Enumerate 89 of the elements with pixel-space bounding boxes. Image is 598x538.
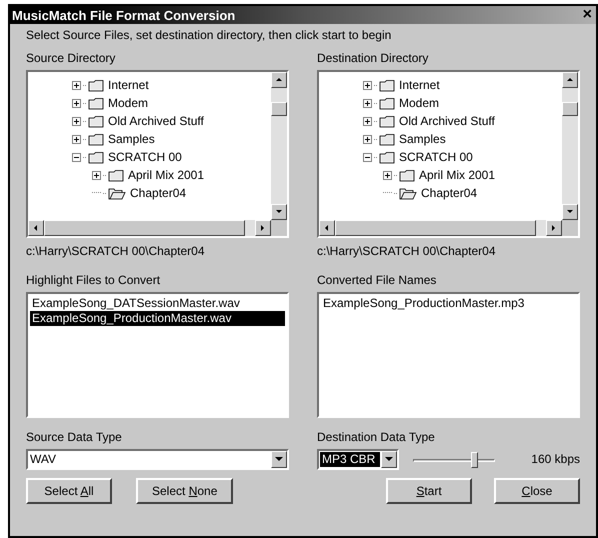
dropdown[interactable]: WAV: [26, 449, 289, 470]
section-label: Source Directory: [26, 51, 116, 66]
vertical-scrollbar[interactable]: [562, 72, 578, 220]
expand-icon[interactable]: [363, 80, 372, 90]
folder-icon: [88, 96, 104, 110]
scroll-up-button[interactable]: [562, 72, 578, 88]
folder-icon: [88, 78, 104, 92]
dialog-button[interactable]: Start: [386, 478, 472, 504]
collapse-icon[interactable]: [72, 152, 81, 162]
expand-icon[interactable]: [72, 134, 81, 144]
folder-label[interactable]: Old Archived Stuff: [108, 114, 204, 128]
folder-icon: [88, 114, 104, 128]
expand-icon[interactable]: [363, 134, 372, 144]
folder-icon: [379, 150, 395, 164]
file-list[interactable]: ExampleSong_DATSessionMaster.wav ExampleSong_ProductionMaster.wav: [26, 292, 289, 418]
dropdown-arrow-button[interactable]: [271, 451, 287, 468]
window-title: MusicMatch File Format Conversion: [12, 8, 236, 22]
bitrate-slider[interactable]: [413, 450, 495, 470]
horizontal-scrollbar[interactable]: [319, 220, 562, 236]
horizontal-scrollbar[interactable]: [28, 220, 271, 236]
folder-icon: [379, 78, 395, 92]
directory-path: c:\Harry\SCRATCH 00\Chapter04: [26, 244, 206, 259]
scroll-down-button[interactable]: [562, 204, 578, 220]
scroll-up-button[interactable]: [271, 72, 287, 88]
section-label: Source Data Type: [26, 430, 123, 445]
scroll-left-button[interactable]: [319, 220, 335, 236]
folder-label[interactable]: Samples: [399, 132, 446, 146]
instruction-text: Select Source Files, set destination directory, then click start to begin: [26, 28, 392, 43]
folder-label[interactable]: Chapter04: [130, 186, 186, 200]
folder-label[interactable]: Old Archived Stuff: [399, 114, 495, 128]
expand-icon[interactable]: [363, 98, 372, 108]
expand-icon[interactable]: [72, 80, 81, 90]
folder-tree[interactable]: Internet Modem Old Archived Stuff Samples SCRATCH 00 April Mix 2001 Chapter04: [317, 70, 580, 238]
folder-icon: [88, 132, 104, 146]
dialog-button[interactable]: Select All: [26, 478, 112, 504]
down-arrow-icon: [385, 457, 393, 462]
scrollbar-corner: [562, 220, 578, 236]
folder-label[interactable]: Internet: [108, 78, 149, 92]
vertical-scrollbar[interactable]: [271, 72, 287, 220]
collapse-icon[interactable]: [363, 152, 372, 162]
slider-thumb[interactable]: [471, 452, 478, 468]
folder-icon: [379, 96, 395, 110]
file-item[interactable]: ExampleSong_ProductionMaster.mp3: [321, 296, 576, 311]
file-list[interactable]: ExampleSong_ProductionMaster.mp3: [317, 292, 580, 418]
folder-label[interactable]: Modem: [108, 96, 148, 110]
scroll-right-button[interactable]: [255, 220, 271, 236]
scroll-left-button[interactable]: [28, 220, 44, 236]
folder-label[interactable]: April Mix 2001: [419, 168, 496, 182]
expand-icon[interactable]: [363, 116, 372, 126]
scroll-down-button[interactable]: [271, 204, 287, 220]
directory-path: c:\Harry\SCRATCH 00\Chapter04: [317, 244, 496, 259]
scroll-thumb[interactable]: [335, 220, 536, 236]
open-folder-icon: [399, 186, 417, 200]
folder-icon: [108, 168, 124, 182]
close-button[interactable]: ×: [580, 7, 594, 23]
bitrate-reading: 160 kbps: [531, 452, 580, 467]
scrollbar-corner: [271, 220, 287, 236]
scroll-thumb[interactable]: [44, 220, 245, 236]
expand-icon[interactable]: [92, 170, 101, 180]
scroll-thumb[interactable]: [271, 102, 287, 116]
open-folder-icon: [108, 186, 126, 200]
down-arrow-icon: [275, 457, 283, 462]
folder-label[interactable]: SCRATCH 00: [108, 150, 182, 164]
folder-label[interactable]: Internet: [399, 78, 440, 92]
folder-label[interactable]: April Mix 2001: [128, 168, 204, 182]
dialog-button[interactable]: Close: [494, 478, 580, 504]
folder-icon: [399, 168, 415, 182]
expand-icon[interactable]: [72, 116, 81, 126]
folder-icon: [379, 132, 395, 146]
folder-label[interactable]: Modem: [399, 96, 440, 110]
folder-icon: [379, 114, 395, 128]
section-label: Destination Directory: [317, 51, 430, 66]
dropdown-arrow-button[interactable]: [381, 451, 397, 468]
folder-label[interactable]: Samples: [108, 132, 155, 146]
expand-icon[interactable]: [383, 170, 392, 180]
file-item[interactable]: ExampleSong_ProductionMaster.wav: [30, 311, 285, 326]
folder-tree[interactable]: Internet Modem Old Archived Stuff Samples SCRATCH 00 April Mix 2001 Chapter04: [26, 70, 289, 238]
folder-label[interactable]: SCRATCH 00: [399, 150, 473, 164]
expand-icon[interactable]: [72, 98, 81, 108]
folder-icon: [88, 150, 104, 164]
file-item[interactable]: ExampleSong_DATSessionMaster.wav: [30, 296, 285, 311]
section-label: Highlight Files to Convert: [26, 273, 162, 288]
section-label: Converted File Names: [317, 273, 438, 288]
dropdown[interactable]: MP3 CBR: [317, 449, 399, 470]
section-label: Destination Data Type: [317, 430, 436, 445]
scroll-thumb[interactable]: [562, 102, 578, 116]
scroll-right-button[interactable]: [546, 220, 562, 236]
folder-label[interactable]: Chapter04: [421, 186, 478, 200]
dialog-button[interactable]: Select None: [136, 478, 234, 504]
